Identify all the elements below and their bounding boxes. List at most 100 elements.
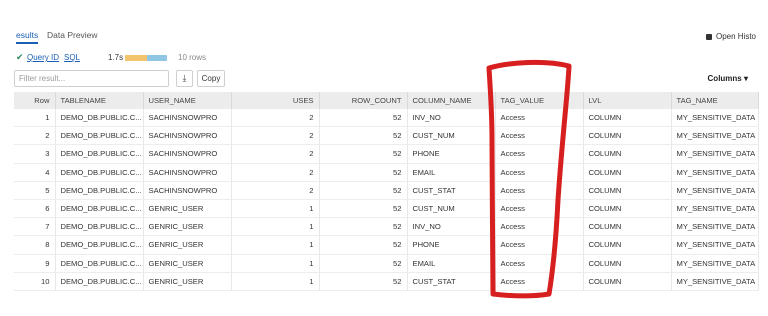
cell-user-name[interactable]: SACHINSNOWPRO — [143, 109, 232, 128]
cell-column-name[interactable]: CUST_NUM — [407, 126, 496, 146]
cell-tag-name[interactable]: MY_SENSITIVE_DATA — [671, 109, 759, 128]
cell-tablename[interactable]: DEMO_DB.PUBLIC.C... — [55, 199, 144, 219]
cell-column-name[interactable]: EMAIL — [407, 163, 496, 182]
cell-column-name[interactable]: CUST_STAT — [407, 181, 496, 200]
cell-lvl[interactable]: COLUMN — [583, 109, 672, 128]
cell-tablename[interactable]: DEMO_DB.PUBLIC.C... — [55, 126, 144, 146]
table-row[interactable]: 1 DEMO_DB.PUBLIC.C... SACHINSNOWPRO 2 52 INV_… — [14, 109, 759, 128]
column-header-tag-value[interactable]: TAG_VALUE — [495, 92, 584, 109]
tab-data-preview[interactable]: Data Preview — [47, 30, 98, 40]
table-row[interactable]: 10 DEMO_DB.PUBLIC.C... GENRIC_USER 1 52 CUST_… — [14, 272, 759, 291]
cell-uses[interactable]: 2 — [231, 126, 320, 146]
cell-tablename[interactable]: DEMO_DB.PUBLIC.C... — [55, 217, 144, 237]
cell-row[interactable]: 5 — [14, 181, 56, 200]
cell-tag-value[interactable]: Access — [495, 199, 584, 219]
cell-column-name[interactable]: INV_NO — [407, 109, 496, 128]
column-header-user-name[interactable]: USER_NAME — [143, 92, 232, 109]
cell-row-count[interactable]: 52 — [319, 235, 408, 255]
table-row[interactable]: 8 DEMO_DB.PUBLIC.C... GENRIC_USER 1 52 PHONE A… — [14, 235, 759, 255]
cell-row[interactable]: 7 — [14, 217, 56, 237]
sql-link[interactable]: SQL — [64, 53, 80, 62]
cell-tag-name[interactable]: MY_SENSITIVE_DATA — [671, 235, 759, 255]
cell-lvl[interactable]: COLUMN — [583, 199, 672, 219]
cell-tag-value[interactable]: Access — [495, 144, 584, 164]
columns-dropdown[interactable]: Columns ▾ — [708, 74, 748, 83]
cell-tag-value[interactable]: Access — [495, 254, 584, 273]
cell-tag-name[interactable]: MY_SENSITIVE_DATA — [671, 272, 759, 291]
cell-tag-value[interactable]: Access — [495, 163, 584, 182]
cell-row[interactable]: 6 — [14, 199, 56, 219]
cell-uses[interactable]: 1 — [231, 254, 320, 273]
cell-column-name[interactable]: EMAIL — [407, 254, 496, 273]
copy-button[interactable]: Copy — [197, 70, 225, 87]
column-header-row[interactable]: Row — [14, 92, 56, 109]
cell-lvl[interactable]: COLUMN — [583, 254, 672, 273]
column-header-lvl[interactable]: LVL — [583, 92, 672, 109]
cell-user-name[interactable]: GENRIC_USER — [143, 199, 232, 219]
cell-user-name[interactable]: GENRIC_USER — [143, 235, 232, 255]
cell-lvl[interactable]: COLUMN — [583, 181, 672, 200]
cell-tablename[interactable]: DEMO_DB.PUBLIC.C... — [55, 109, 144, 128]
cell-uses[interactable]: 2 — [231, 144, 320, 164]
query-id-link[interactable]: Query ID — [27, 53, 59, 62]
cell-user-name[interactable]: GENRIC_USER — [143, 272, 232, 291]
cell-tablename[interactable]: DEMO_DB.PUBLIC.C... — [55, 144, 144, 164]
filter-result-input[interactable] — [14, 70, 169, 87]
cell-user-name[interactable]: SACHINSNOWPRO — [143, 181, 232, 200]
column-header-uses[interactable]: USES — [231, 92, 320, 109]
cell-row-count[interactable]: 52 — [319, 181, 408, 200]
cell-tag-value[interactable]: Access — [495, 126, 584, 146]
table-row[interactable]: 5 DEMO_DB.PUBLIC.C... SACHINSNOWPRO 2 52 CUST… — [14, 181, 759, 200]
cell-tag-value[interactable]: Access — [495, 181, 584, 200]
cell-tag-name[interactable]: MY_SENSITIVE_DATA — [671, 199, 759, 219]
cell-row-count[interactable]: 52 — [319, 217, 408, 237]
open-history-button[interactable]: Open Histo — [705, 32, 756, 41]
cell-lvl[interactable]: COLUMN — [583, 144, 672, 164]
cell-user-name[interactable]: GENRIC_USER — [143, 217, 232, 237]
cell-tag-name[interactable]: MY_SENSITIVE_DATA — [671, 181, 759, 200]
cell-lvl[interactable]: COLUMN — [583, 235, 672, 255]
cell-tablename[interactable]: DEMO_DB.PUBLIC.C... — [55, 181, 144, 200]
table-row[interactable]: 4 DEMO_DB.PUBLIC.C... SACHINSNOWPRO 2 52 EMAI… — [14, 163, 759, 182]
column-header-tablename[interactable]: TABLENAME — [55, 92, 144, 109]
cell-column-name[interactable]: INV_NO — [407, 217, 496, 237]
cell-tag-name[interactable]: MY_SENSITIVE_DATA — [671, 254, 759, 273]
cell-row-count[interactable]: 52 — [319, 109, 408, 128]
cell-row-count[interactable]: 52 — [319, 144, 408, 164]
cell-lvl[interactable]: COLUMN — [583, 217, 672, 237]
cell-row[interactable]: 10 — [14, 272, 56, 291]
cell-tag-value[interactable]: Access — [495, 217, 584, 237]
cell-user-name[interactable]: SACHINSNOWPRO — [143, 126, 232, 146]
cell-lvl[interactable]: COLUMN — [583, 163, 672, 182]
cell-column-name[interactable]: PHONE — [407, 144, 496, 164]
cell-uses[interactable]: 1 — [231, 217, 320, 237]
column-header-tag-name[interactable]: TAG_NAME — [671, 92, 759, 109]
cell-lvl[interactable]: COLUMN — [583, 272, 672, 291]
cell-uses[interactable]: 2 — [231, 163, 320, 182]
cell-row-count[interactable]: 52 — [319, 199, 408, 219]
cell-tag-name[interactable]: MY_SENSITIVE_DATA — [671, 163, 759, 182]
cell-tag-value[interactable]: Access — [495, 109, 584, 128]
cell-row[interactable]: 1 — [14, 109, 56, 128]
cell-column-name[interactable]: CUST_STAT — [407, 272, 496, 291]
cell-tag-name[interactable]: MY_SENSITIVE_DATA — [671, 126, 759, 146]
download-button[interactable]: ⤓ — [176, 70, 193, 87]
cell-row[interactable]: 8 — [14, 235, 56, 255]
column-header-row-count[interactable]: ROW_COUNT — [319, 92, 408, 109]
cell-tag-value[interactable]: Access — [495, 235, 584, 255]
table-row[interactable]: 9 DEMO_DB.PUBLIC.C... GENRIC_USER 1 52 EMAIL A… — [14, 254, 759, 273]
cell-user-name[interactable]: SACHINSNOWPRO — [143, 163, 232, 182]
cell-tag-name[interactable]: MY_SENSITIVE_DATA — [671, 144, 759, 164]
table-row[interactable]: 6 DEMO_DB.PUBLIC.C... GENRIC_USER 1 52 CUST_N… — [14, 199, 759, 219]
cell-tablename[interactable]: DEMO_DB.PUBLIC.C... — [55, 254, 144, 273]
cell-row[interactable]: 9 — [14, 254, 56, 273]
cell-uses[interactable]: 2 — [231, 181, 320, 200]
cell-uses[interactable]: 1 — [231, 272, 320, 291]
cell-uses[interactable]: 1 — [231, 235, 320, 255]
cell-tablename[interactable]: DEMO_DB.PUBLIC.C... — [55, 235, 144, 255]
column-header-column-name[interactable]: COLUMN_NAME — [407, 92, 496, 109]
cell-tag-value[interactable]: Access — [495, 272, 584, 291]
cell-tablename[interactable]: DEMO_DB.PUBLIC.C... — [55, 163, 144, 182]
table-row[interactable]: 7 DEMO_DB.PUBLIC.C... GENRIC_USER 1 52 INV_NO… — [14, 217, 759, 237]
cell-row[interactable]: 2 — [14, 126, 56, 146]
